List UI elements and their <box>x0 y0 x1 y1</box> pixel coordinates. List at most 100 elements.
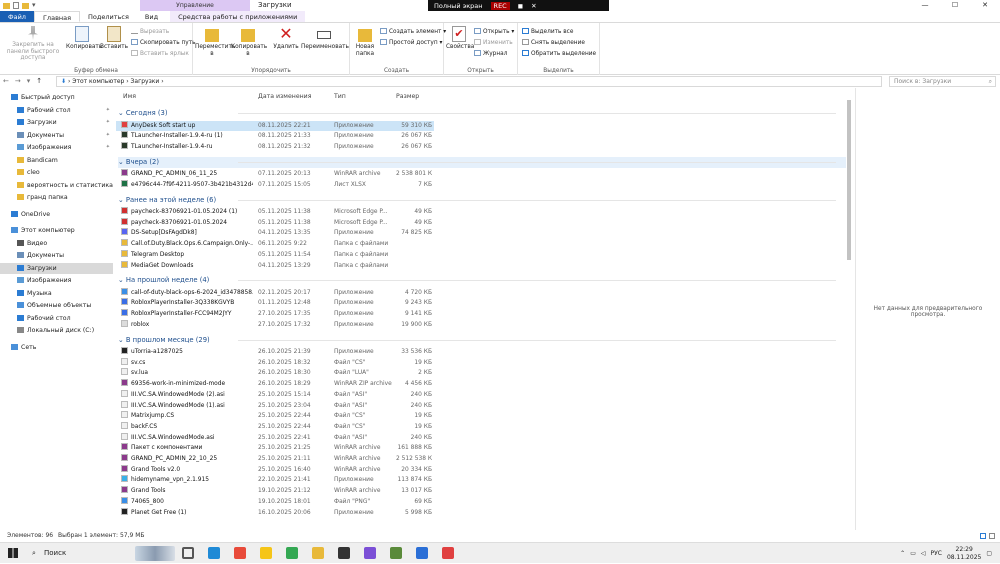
invert-selection-button[interactable]: Обратить выделение <box>522 50 596 58</box>
delete-button[interactable]: ✕ Удалить <box>271 26 301 51</box>
minecraft-icon[interactable] <box>390 547 402 559</box>
open-button[interactable]: Открыть ▾ <box>474 28 514 36</box>
chevron-down-icon[interactable]: ▾ <box>32 1 36 9</box>
tab-view[interactable]: Вид <box>137 11 166 22</box>
file-row[interactable]: Telegram Desktop 05.11.2025 11:54 Папка с … <box>116 249 434 261</box>
sidebar-item[interactable]: Сеть <box>0 342 113 353</box>
chevron-down-icon[interactable]: ⌄ <box>118 196 126 204</box>
file-row[interactable]: Grand Tools 19.10.2025 21:12 WinRAR archiv… <box>116 486 434 497</box>
file-row[interactable]: GRAND_PC_ADMIN_22_10_25 25.10.2025 21:11 W… <box>116 454 434 465</box>
details-view-icon[interactable] <box>980 533 986 539</box>
edit-button[interactable]: Изменить <box>474 39 513 47</box>
file-row[interactable]: III.VC.SA.WindowedMode (2).asi 25.10.2025… <box>116 389 434 401</box>
file-row[interactable]: Пакет с компонентами 25.10.2025 21:25 WinR… <box>116 443 434 454</box>
bandicam-icon[interactable] <box>442 547 454 559</box>
volume-icon[interactable]: ◁ <box>921 550 926 557</box>
tiles-view-icon[interactable] <box>989 533 995 539</box>
tab-share[interactable]: Поделиться <box>80 11 137 22</box>
sidebar-item[interactable]: вероятность и статистика <box>0 180 113 191</box>
address-bar[interactable]: ⬇ › Этот компьютер › Загрузки › <box>56 76 882 87</box>
sidebar-item[interactable]: Видео <box>0 238 113 249</box>
properties-icon[interactable] <box>13 2 19 9</box>
taskbar-search[interactable]: ⌕ Поиск <box>28 546 128 561</box>
chevron-down-icon[interactable]: ▾ <box>27 75 31 88</box>
cut-button[interactable]: Вырезать <box>131 28 169 36</box>
camera-icon[interactable]: ◼ <box>518 2 523 10</box>
sidebar-item[interactable]: Этот компьютер <box>0 225 113 236</box>
file-row[interactable]: e4796c44-7f9f-4211-9507-3b421b4312d4 07.1… <box>116 179 434 191</box>
sidebar-item[interactable]: Документы ✦ <box>0 130 113 141</box>
sidebar-item[interactable]: Рабочий стол <box>0 313 113 324</box>
easy-access-button[interactable]: Простой доступ ▾ <box>380 39 442 47</box>
sidebar-item[interactable]: Музыка <box>0 288 113 299</box>
file-row[interactable]: call-of-duty-black-ops-6-2024_id3478858.… <box>116 287 434 299</box>
close-button[interactable]: ✕ <box>970 0 1000 11</box>
windows-start-icon[interactable] <box>8 548 18 558</box>
sidebar-item[interactable]: Загрузки ✦ <box>0 117 113 128</box>
language-indicator[interactable]: РУС <box>931 550 942 557</box>
properties-button[interactable]: ✔ Свойства <box>446 26 474 51</box>
sidebar-item[interactable]: OneDrive <box>0 209 113 220</box>
select-none-button[interactable]: Снять выделение <box>522 39 585 47</box>
pin-button[interactable]: Закрепить на панели быстрого доступа <box>2 26 64 62</box>
select-all-button[interactable]: Выделить все <box>522 28 573 36</box>
search-input[interactable]: Поиск в: Загрузки ⌕ <box>889 76 996 87</box>
up-icon[interactable]: ↑ <box>36 75 42 88</box>
edge-icon[interactable] <box>208 547 220 559</box>
group-header[interactable]: ⌄ Сегодня (3) <box>118 108 846 119</box>
paste-shortcut-button[interactable]: Вставить ярлык <box>131 50 189 58</box>
file-row[interactable]: GRAND_PC_ADMIN_06_11_25 07.11.2025 20:13 W… <box>116 169 434 180</box>
store-icon[interactable] <box>416 547 428 559</box>
explorer-icon[interactable] <box>312 547 324 559</box>
task-view-icon[interactable] <box>182 547 194 559</box>
history-button[interactable]: Журнал <box>474 50 507 58</box>
file-row[interactable]: DS-Setup[DsFAgdDk8] 04.11.2025 13:35 Прило… <box>116 228 434 239</box>
tab-file[interactable]: Файл <box>0 11 34 22</box>
file-row[interactable]: AnyDesk Soft start up 08.11.2025 22:21 При… <box>116 120 434 132</box>
vertical-scrollbar[interactable] <box>845 90 853 528</box>
copy-button[interactable]: Копировать <box>66 26 102 51</box>
column-date[interactable]: Дата изменения <box>258 93 311 100</box>
file-row[interactable]: roblox 27.10.2025 17:32 Приложение 19 900 К… <box>116 319 434 331</box>
yandex-browser-icon[interactable] <box>260 547 272 559</box>
recorder-rec[interactable]: REC <box>490 1 510 10</box>
rename-button[interactable]: Переименовать <box>301 26 349 51</box>
sidebar-item[interactable]: Рабочий стол ✦ <box>0 105 113 116</box>
forward-icon[interactable]: → <box>15 75 21 88</box>
yandex-icon[interactable] <box>234 547 246 559</box>
column-name[interactable]: Имя <box>123 93 136 100</box>
tab-home[interactable]: Главная <box>33 11 81 22</box>
new-item-button[interactable]: Создать элемент ▾ <box>380 28 446 36</box>
minimize-button[interactable]: — <box>910 0 940 11</box>
chevron-up-icon[interactable]: ⌃ <box>900 550 905 557</box>
file-row[interactable]: paycheck-83706921-01.05.2024 05.11.2025 1… <box>116 217 434 229</box>
file-row[interactable]: uTorria-a1287025 26.10.2025 21:39 Приложен… <box>116 347 434 358</box>
file-row[interactable]: 69356-work-in-minimized-mode 26.10.2025 1… <box>116 379 434 390</box>
column-type[interactable]: Тип <box>334 93 346 100</box>
close-icon[interactable]: ✕ <box>531 2 536 10</box>
file-row[interactable]: 74065_800 19.10.2025 18:01 Файл "PNG" 69 КБ <box>116 496 434 508</box>
file-row[interactable]: paycheck-83706921-01.05.2024 (1) 05.11.20… <box>116 207 434 218</box>
file-row[interactable]: MediaGet Downloads 04.11.2025 13:29 Папка … <box>116 260 434 272</box>
group-header[interactable]: ⌄ Ранее на этой неделе (6) <box>118 195 846 206</box>
sidebar-item[interactable]: cleo <box>0 167 113 178</box>
sidebar-item[interactable]: Bandicam <box>0 155 113 166</box>
new-folder-button[interactable]: Новая папка <box>352 26 378 57</box>
scrollbar-thumb[interactable] <box>847 100 851 260</box>
new-folder-icon[interactable] <box>22 3 29 9</box>
file-row[interactable]: Call.of.Duty.Black.Ops.6.Campaign.Only-.… <box>116 239 434 250</box>
file-row[interactable]: sv.lua 26.10.2025 18:30 Файл "LUA" 2 КБ <box>116 368 434 379</box>
file-row[interactable]: RobloxPlayerInstaller-3Q338KGVYB 01.11.20… <box>116 298 434 309</box>
paste-button[interactable]: Вставить <box>100 26 128 51</box>
file-row[interactable]: III.VC.SA.WindowedMode.asi 25.10.2025 22:… <box>116 432 434 444</box>
chevron-down-icon[interactable]: ⌄ <box>118 336 126 344</box>
discord-icon[interactable] <box>364 547 376 559</box>
group-header[interactable]: ⌄ Вчера (2) <box>118 156 846 168</box>
sidebar-item[interactable]: Быстрый доступ <box>0 92 113 103</box>
file-row[interactable]: hidemyname_vpn_2.1.915 22.10.2025 21:41 Пр… <box>116 475 434 486</box>
chevron-down-icon[interactable]: ⌄ <box>118 109 126 117</box>
file-row[interactable]: TLauncher-Installer-1.9.4-ru 08.11.2025 2… <box>116 141 434 153</box>
group-header[interactable]: ⌄ В прошлом месяце (29) <box>118 335 846 346</box>
notification-icon[interactable]: ▢ <box>986 550 992 557</box>
copy-to-button[interactable]: Копировать в <box>231 26 267 57</box>
